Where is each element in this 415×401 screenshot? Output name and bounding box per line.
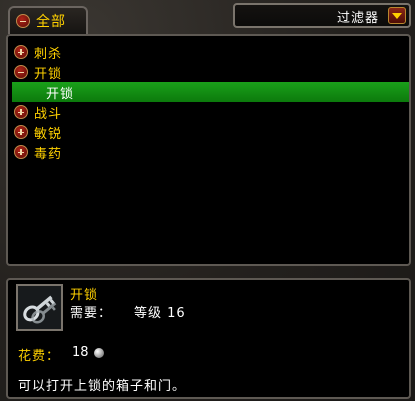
list-item-label: 开锁	[34, 66, 63, 82]
cost-value: 18	[72, 345, 89, 360]
skill-list: 刺杀 开锁 开锁 战斗 敏锐 毒药	[6, 34, 411, 266]
lockpick-key-icon[interactable]	[16, 284, 63, 331]
top-bar: 全部 过滤器	[0, 0, 415, 34]
list-item-lockpicking-header[interactable]: 开锁	[14, 62, 62, 82]
list-item-label: 毒药	[34, 146, 63, 162]
list-item-poisons[interactable]: 毒药	[14, 142, 62, 162]
expand-icon[interactable]	[14, 105, 28, 119]
requirement-value: 等级 16	[134, 306, 186, 321]
expand-icon[interactable]	[14, 125, 28, 139]
filter-label: 过滤器	[336, 11, 379, 26]
list-item-label: 刺杀	[34, 46, 63, 62]
requirement-label: 需要：	[70, 306, 113, 321]
skill-detail-panel: 开锁 需要： 等级 16 花费： 18 可以打开上锁的箱子和门。	[6, 278, 411, 399]
list-item-subtlety[interactable]: 敏锐	[14, 122, 62, 142]
collapse-icon[interactable]	[14, 65, 28, 79]
chevron-down-icon[interactable]	[388, 7, 406, 24]
filter-dropdown[interactable]: 过滤器	[233, 3, 411, 28]
skill-description: 可以打开上锁的箱子和门。	[18, 379, 187, 394]
list-item-assassination[interactable]: 刺杀	[14, 42, 62, 62]
expand-icon[interactable]	[14, 145, 28, 159]
expand-icon[interactable]	[14, 45, 28, 59]
training-window: 全部 过滤器 刺杀 开锁 开锁 战斗 敏锐 毒药 开锁 需要： 等级 16 花费…	[0, 0, 415, 401]
list-item-combat[interactable]: 战斗	[14, 102, 62, 122]
tab-all[interactable]: 全部	[8, 6, 88, 34]
list-item-lockpicking-selected[interactable]: 开锁	[12, 82, 409, 102]
cost-label: 花费：	[18, 349, 61, 364]
list-item-label: 敏锐	[34, 126, 63, 142]
list-item-label: 战斗	[34, 106, 63, 122]
collapse-all-icon[interactable]	[16, 14, 30, 28]
tab-all-label: 全部	[36, 14, 66, 30]
skill-name: 开锁	[70, 288, 99, 303]
silver-coin-icon	[94, 348, 104, 358]
list-item-label: 开锁	[46, 86, 75, 102]
